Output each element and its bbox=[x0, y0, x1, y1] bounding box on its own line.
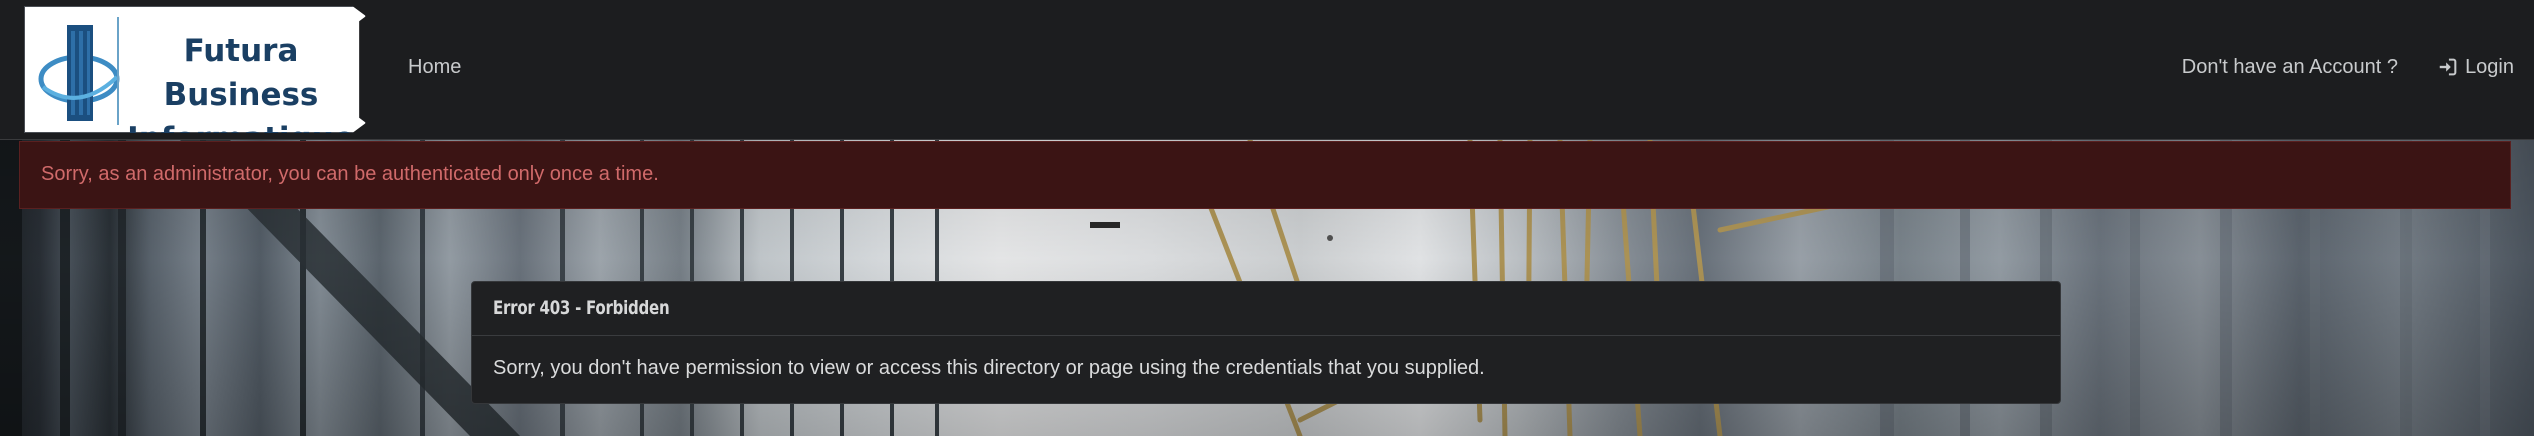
page: Futura Business Informatique Home Don't … bbox=[0, 0, 2534, 436]
admin-session-alert: Sorry, as an administrator, you can be a… bbox=[19, 141, 2511, 209]
brand-name-line1: Futura Business bbox=[163, 33, 319, 113]
login-label: Login bbox=[2465, 56, 2514, 78]
sign-in-icon bbox=[2439, 58, 2457, 76]
brand-logo[interactable]: Futura Business Informatique bbox=[24, 6, 366, 133]
building-tower-icon bbox=[38, 25, 120, 121]
error-title: Error 403 - Forbidden bbox=[493, 297, 670, 319]
error-message: Sorry, you don't have permission to view… bbox=[493, 357, 1485, 379]
top-navbar: Futura Business Informatique Home Don't … bbox=[0, 0, 2534, 140]
error-card-header: Error 403 - Forbidden bbox=[472, 282, 2060, 336]
nav-home-link[interactable]: Home bbox=[408, 55, 461, 79]
alert-message: Sorry, as an administrator, you can be a… bbox=[41, 163, 659, 185]
brand-separator bbox=[117, 17, 119, 125]
login-link[interactable]: Login bbox=[2437, 55, 2514, 79]
error-card: Error 403 - Forbidden Sorry, you don't h… bbox=[471, 281, 2061, 404]
register-link[interactable]: Don't have an Account ? bbox=[2182, 55, 2398, 79]
